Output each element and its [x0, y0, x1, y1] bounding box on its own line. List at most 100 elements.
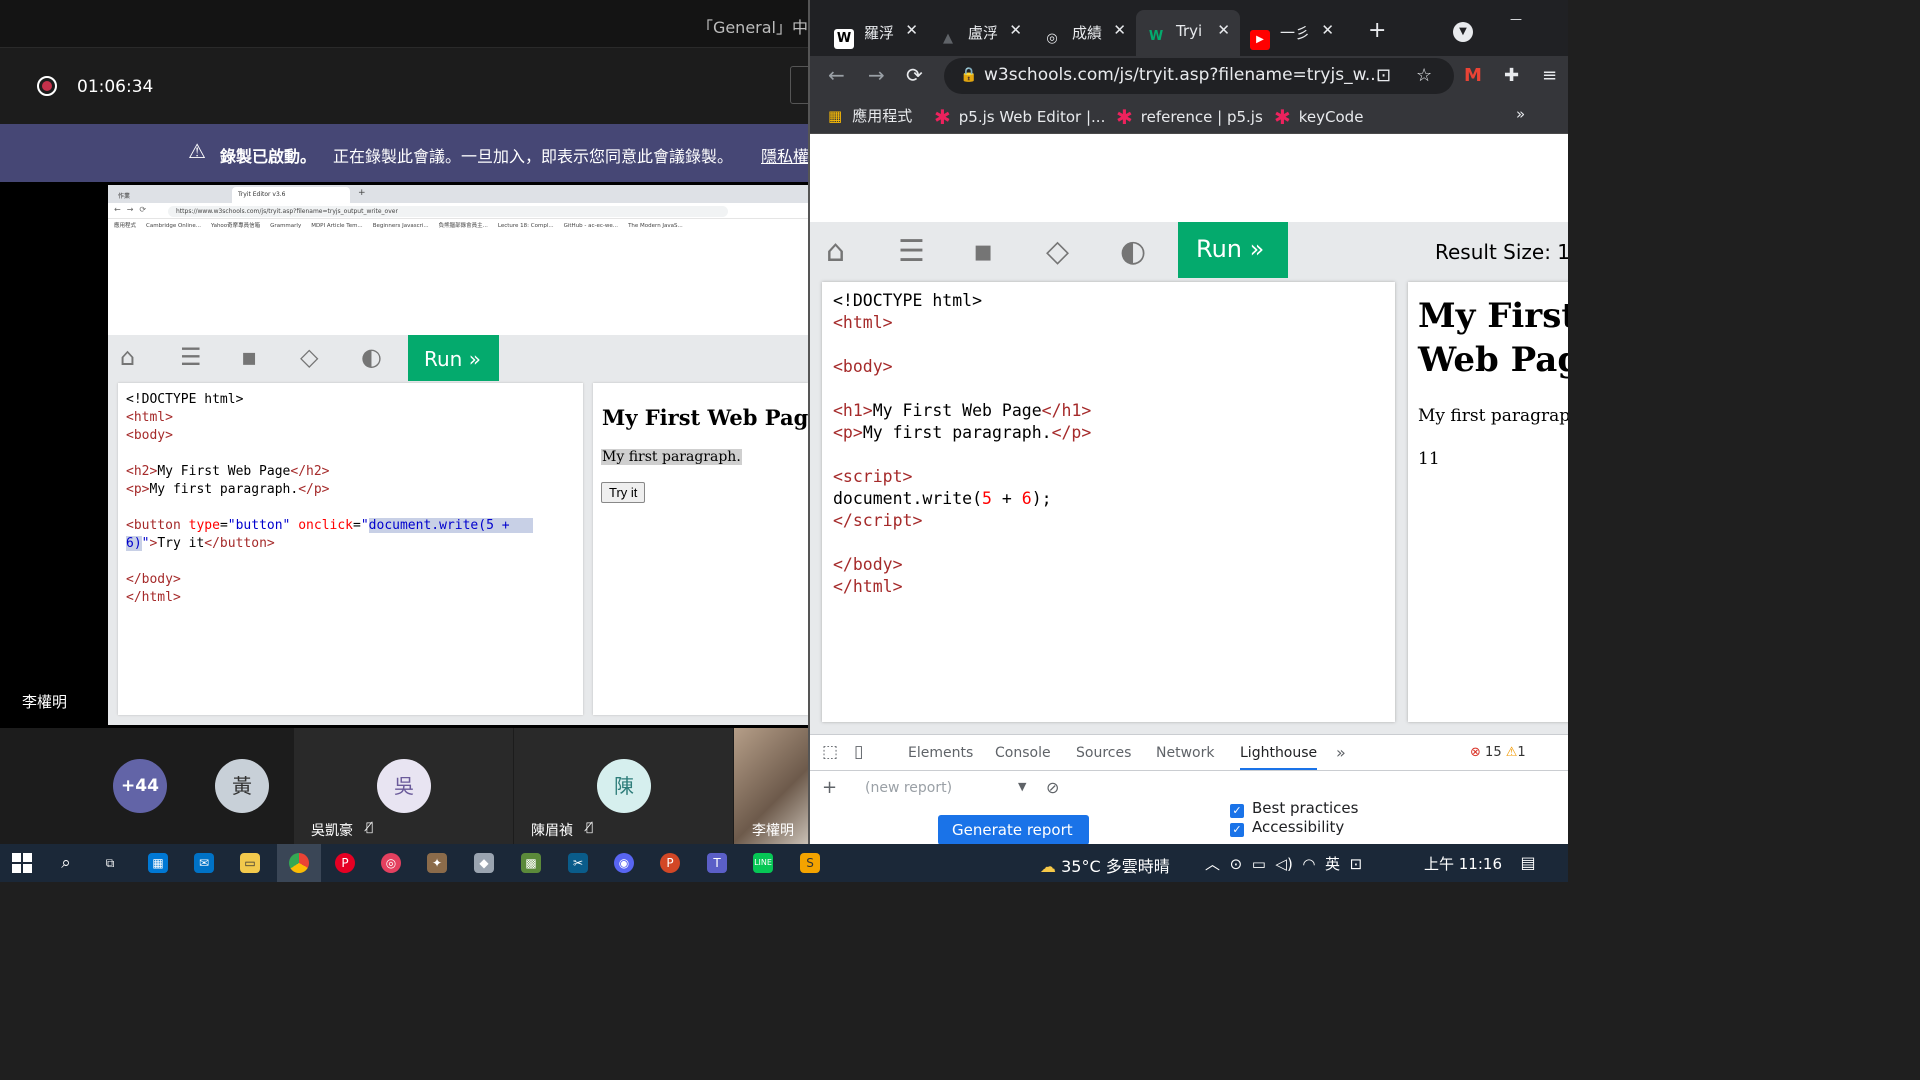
bookmark: The Modern JavaS... — [628, 223, 683, 229]
theme-icon[interactable]: ◐ — [1120, 234, 1146, 269]
error-count: 15 — [1485, 745, 1502, 760]
bookmark-item[interactable]: ✱ p5.js Web Editor |... — [934, 105, 1105, 129]
mail-icon[interactable]: ✉ — [194, 853, 214, 873]
banner-title: 錄製已啟動。 — [220, 147, 317, 166]
bookmark: Lecture 18: Compl... — [497, 223, 554, 229]
tab-network[interactable]: Network — [1156, 745, 1214, 761]
translate-icon[interactable]: ⊡ — [1376, 65, 1391, 86]
more-tabs-icon[interactable]: » — [1336, 743, 1346, 762]
tab-sources[interactable]: Sources — [1076, 745, 1131, 761]
browser-tab-active[interactable]: W Tryi ✕ — [1136, 10, 1240, 56]
chrome-icon[interactable] — [289, 853, 309, 873]
app-icon[interactable]: ◎ — [381, 853, 401, 873]
rotate-icon[interactable]: ◇ — [1046, 234, 1069, 269]
code-editor[interactable]: <!DOCTYPE html> <html> <body> <h1>My Fir… — [822, 282, 1395, 722]
line-icon[interactable]: LINE — [753, 853, 773, 873]
bookmark-apps[interactable]: ▦ 應用程式 — [828, 105, 912, 126]
shared-tabbar: 作業 Tryit Editor v3.6 + — [108, 185, 808, 203]
search-icon[interactable]: ⌕ — [56, 853, 76, 873]
chrome-toolbar: ← → ⟳ w3schools.com/js/tryit.asp?filenam… — [810, 56, 1568, 96]
globe-icon: ◎ — [1046, 31, 1058, 46]
issues-counter[interactable]: ⊗ 15 ⚠1 — [1470, 745, 1526, 760]
close-icon[interactable]: ✕ — [1321, 21, 1334, 39]
app-icon[interactable]: ◆ — [474, 853, 494, 873]
weather-icon: ☁ — [1040, 857, 1056, 876]
start-icon[interactable] — [12, 853, 32, 873]
bookmark-item[interactable]: ✱ keyCode — [1274, 105, 1363, 129]
game-icon[interactable]: ✦ — [427, 853, 447, 873]
folder-icon[interactable]: ▭ — [240, 853, 260, 873]
share-button[interactable] — [790, 66, 808, 104]
bookmark-star-icon[interactable]: ☆ — [1416, 65, 1432, 86]
store-icon[interactable]: ▦ — [148, 853, 168, 873]
youtube-icon: ▶ — [1250, 30, 1270, 50]
extension-m-icon[interactable]: M — [1464, 65, 1482, 86]
meet-icon[interactable]: ⊙ — [1230, 855, 1243, 873]
bookmark: Beginners Javascri... — [372, 223, 429, 229]
volume-icon[interactable]: ◁) — [1275, 855, 1292, 873]
more-participants-avatar[interactable]: +44 — [113, 759, 167, 813]
tab-label: Tryi — [1176, 22, 1203, 40]
site-icon: ▲ — [943, 31, 953, 46]
browser-tab[interactable]: ◎ 成績 ✕ — [1032, 10, 1136, 56]
avatar: 吳 — [377, 759, 431, 813]
capcut-icon[interactable]: ✂ — [568, 853, 588, 873]
close-icon[interactable]: ✕ — [1217, 21, 1230, 39]
battery-icon[interactable]: ▭ — [1252, 855, 1266, 873]
best-practices-checkbox[interactable]: ✓ Best practices ✓ Accessibility — [1230, 799, 1358, 837]
clear-icon[interactable]: ⊘ — [1046, 778, 1059, 797]
device-toolbar-icon[interactable]: ▯ — [854, 742, 863, 762]
weather-widget[interactable]: ☁ 35°C 多雲時晴 — [1040, 853, 1170, 877]
run-button[interactable]: Run » — [1178, 222, 1288, 278]
bookmark-item[interactable]: ✱ reference | p5.js — [1116, 105, 1263, 129]
save-icon[interactable]: ▪ — [973, 234, 993, 269]
task-view-icon[interactable]: ⧉ — [100, 853, 120, 873]
menu-icon[interactable]: ☰ — [898, 234, 925, 269]
chevron-down-icon[interactable]: ▼ — [1018, 780, 1026, 793]
tab-elements[interactable]: Elements — [908, 745, 973, 761]
input-method[interactable]: 英 — [1325, 855, 1340, 873]
wifi-icon[interactable]: ◠ — [1302, 855, 1315, 873]
notification-icon[interactable]: ▤ — [1518, 853, 1538, 873]
clock[interactable]: 上午 11:16 — [1424, 853, 1502, 874]
media-icon[interactable]: ≡ — [1542, 65, 1557, 86]
bookmark: Grammarly — [270, 223, 302, 229]
sublime-icon[interactable]: S — [800, 853, 820, 873]
back-icon[interactable]: ← — [828, 63, 845, 87]
pinterest-icon[interactable]: P — [335, 853, 355, 873]
minimize-button[interactable]: — — [1510, 12, 1522, 26]
result-heading-line: My First — [1418, 296, 1568, 336]
rotate-icon: ◇ — [300, 343, 319, 371]
discord-icon[interactable]: ◉ — [614, 853, 634, 873]
browser-tab[interactable]: W 羅浮 ✕ — [824, 10, 928, 56]
p5-star-icon: ✱ — [934, 105, 951, 129]
chevron-up-icon[interactable]: ︿ — [1205, 855, 1220, 873]
close-icon[interactable]: ✕ — [1113, 21, 1126, 39]
tab-lighthouse[interactable]: Lighthouse — [1240, 745, 1318, 770]
tab-console[interactable]: Console — [995, 745, 1051, 761]
privacy-link[interactable]: 隱私權 — [761, 143, 808, 167]
error-icon: ⊗ — [1470, 745, 1481, 760]
browser-tab[interactable]: ▲ 盧浮 ✕ — [928, 10, 1032, 56]
browser-tab[interactable]: ▶ 一彡 ✕ — [1240, 10, 1344, 56]
powerpoint-icon[interactable]: P — [660, 853, 680, 873]
more-bookmarks-icon[interactable]: » — [1516, 105, 1525, 123]
extensions-icon[interactable]: ✚ — [1504, 65, 1519, 86]
result-paragraph: My first paragraph. — [601, 449, 742, 465]
report-select[interactable]: (new report) — [865, 780, 952, 796]
inspect-icon[interactable]: ⬚ — [822, 742, 838, 762]
new-tab-button[interactable]: + — [1368, 18, 1386, 43]
minecraft-icon[interactable]: ▩ — [521, 853, 541, 873]
teams-icon[interactable]: T — [707, 853, 727, 873]
close-icon[interactable]: ✕ — [1009, 21, 1022, 39]
ime-mode-icon[interactable]: ⊡ — [1350, 855, 1363, 873]
generate-report-button[interactable]: Generate report — [938, 815, 1089, 844]
close-icon[interactable]: ✕ — [905, 21, 918, 39]
home-icon[interactable]: ⌂ — [826, 234, 845, 269]
forward-icon[interactable]: → — [868, 63, 885, 87]
reload-icon[interactable]: ⟳ — [906, 63, 923, 87]
bookmark: Cambridge Online... — [146, 223, 201, 229]
tab-search-icon[interactable]: ▼ — [1453, 22, 1473, 42]
add-report-icon[interactable]: + — [822, 777, 837, 798]
lock-icon[interactable]: 🔒 — [960, 67, 977, 83]
